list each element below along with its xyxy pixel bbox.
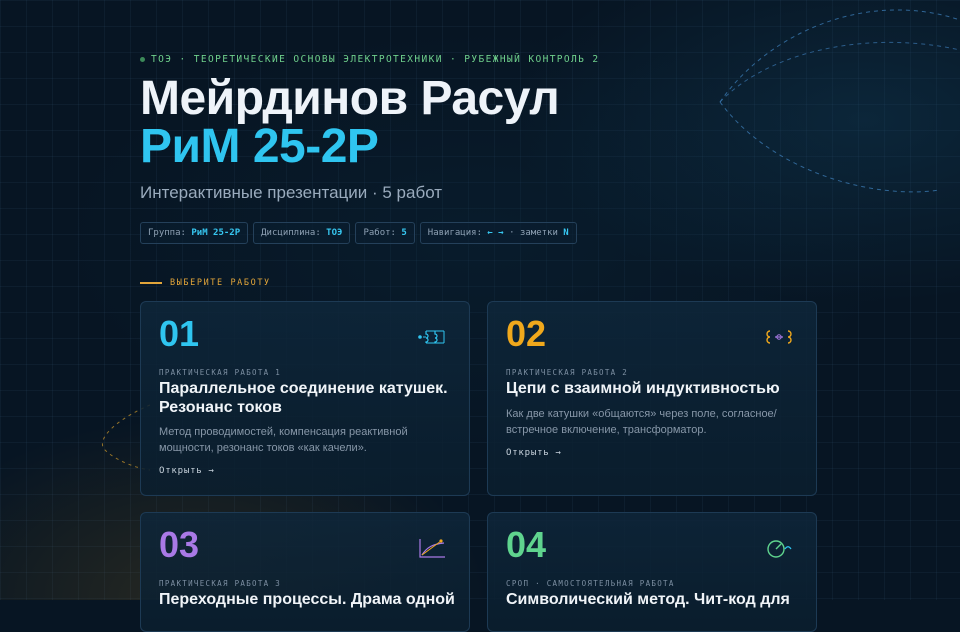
card-number: 04 [506,524,547,565]
card-kicker: ПРАКТИЧЕСКАЯ РАБОТА 3 [159,579,282,588]
navigation-chip: Навигация: ← → · заметки N [419,222,577,244]
works-count-chip: Работ: 5 [355,222,415,244]
chip-label: Навигация: [427,228,482,238]
arrow-keys-hint: ← → [487,228,504,238]
student-name: Мейрдинов Расул [140,72,560,125]
chip-value: 5 [401,228,407,238]
work-card-2[interactable]: 02 ПРАКТИЧЕСКАЯ РАБОТА 2 Цепи с взаимной… [487,301,817,496]
group-chip: Группа: РиМ 25-2Р [140,222,249,244]
chip-label: Дисциплина: [261,228,321,238]
open-link[interactable]: Открыть → [159,466,215,476]
open-link-label: Открыть [159,466,203,476]
chip-value: ТОЭ [326,228,343,238]
chip-separator: · [509,228,515,238]
work-card-3[interactable]: 03 ПРАКТИЧЕСКАЯ РАБОТА 3 Переходные проц… [140,512,470,632]
course-eyebrow-text: ТОЭ · ТЕОРЕТИЧЕСКИЕ ОСНОВЫ ЭЛЕКТРОТЕХНИК… [151,54,600,65]
card-kicker: ПРАКТИЧЕСКАЯ РАБОТА 2 [506,368,629,377]
section-heading: ВЫБЕРИТЕ РАБОТУ [140,278,271,288]
transient-graph-icon [419,539,445,558]
section-label: ВЫБЕРИТЕ РАБОТУ [170,278,271,288]
student-group: РиМ 25-2Р [140,120,379,173]
card-number: 02 [506,313,547,354]
arrow-right-icon: → [208,466,215,476]
card-title: Параллельное соединение катушек. Резонан… [159,380,448,416]
card-number: 01 [159,313,200,354]
chip-label: Группа: [148,228,186,238]
section-accent-line [140,282,162,284]
coil-circuit-icon [418,330,445,344]
gauge-icon [767,540,792,558]
card-title: Цепи с взаимной индуктивностью [506,380,780,397]
work-card-1[interactable]: 01 ПРАКТИЧЕСКАЯ РАБОТА 1 Параллельное со… [140,301,470,496]
arrow-right-icon: → [555,448,562,458]
card-number: 03 [159,524,200,565]
mutual-inductance-icon [766,330,792,344]
chip-label: Работ: [363,228,396,238]
card-kicker: ПРАКТИЧЕСКАЯ РАБОТА 1 [159,368,282,377]
page-subtitle: Интерактивные презентации · 5 работ [140,183,443,202]
card-description: Как две катушки «общаются» через поле, с… [506,408,777,436]
info-chips: Группа: РиМ 25-2Р Дисциплина: ТОЭ Работ:… [140,222,577,244]
notes-key-hint: N [563,228,569,238]
chip-value: РиМ 25-2Р [191,228,241,238]
open-link-label: Открыть [506,448,550,458]
card-description: Метод проводимостей, компенсация реактив… [159,426,408,454]
course-eyebrow: ТОЭ · ТЕОРЕТИЧЕСКИЕ ОСНОВЫ ЭЛЕКТРОТЕХНИК… [140,54,600,65]
chip-label: заметки [519,228,558,238]
open-link[interactable]: Открыть → [506,448,562,458]
discipline-chip: Дисциплина: ТОЭ [253,222,351,244]
work-card-4[interactable]: 04 СРОП · САМОСТОЯТЕЛЬНАЯ РАБОТА Символи… [487,512,817,632]
card-kicker: СРОП · САМОСТОЯТЕЛЬНАЯ РАБОТА [506,579,675,588]
status-dot-icon [140,57,145,62]
